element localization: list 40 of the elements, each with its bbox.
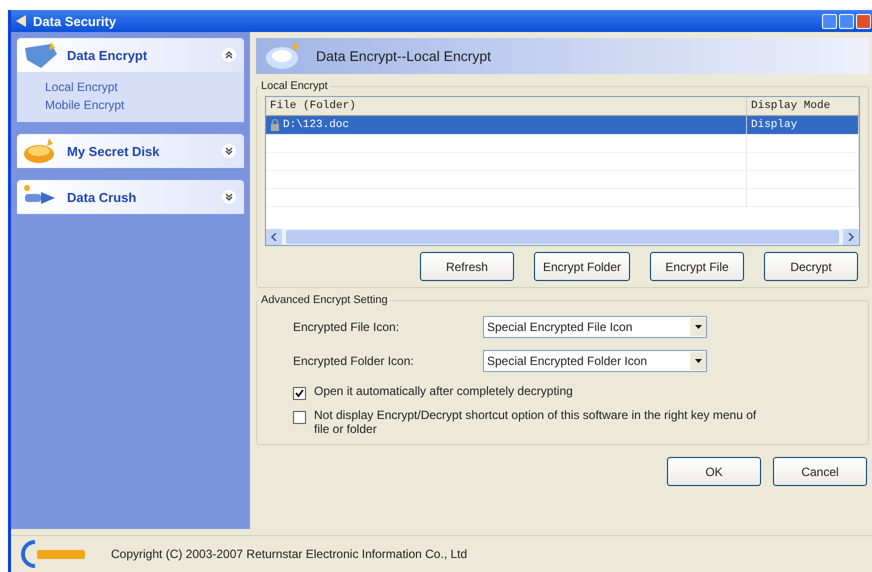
action-button[interactable]: Encrypt File xyxy=(650,252,744,281)
group-title: Data Crush xyxy=(67,190,136,204)
checkbox[interactable] xyxy=(293,387,306,400)
sidebar-group-header[interactable]: Data Crush xyxy=(17,180,244,214)
horizontal-scrollbar[interactable] xyxy=(266,229,859,245)
checkbox[interactable] xyxy=(293,411,306,424)
checkbox-label: Open it automatically after completely decrypting xyxy=(314,384,573,398)
action-button[interactable]: Decrypt xyxy=(764,252,858,281)
field-label: Encrypted Folder Icon: xyxy=(293,354,415,368)
dialog-button[interactable]: Cancel xyxy=(773,457,867,486)
group-title: Local Encrypt xyxy=(260,80,329,92)
sidebar-link[interactable]: Local Encrypt xyxy=(45,80,216,94)
table-cell: D:\123.doc xyxy=(283,119,350,131)
sidebar-link[interactable]: Mobile Encrypt xyxy=(45,98,216,112)
column-header[interactable]: Display Mode xyxy=(747,97,859,115)
sidebar-group-header[interactable]: My Secret Disk xyxy=(17,134,244,168)
icon-dropdown[interactable]: Special Encrypted File Icon xyxy=(483,316,707,338)
window-title: Data Security xyxy=(33,14,116,28)
column-header[interactable]: File (Folder) xyxy=(266,97,747,115)
table-row[interactable]: D:\123.doc Display xyxy=(266,116,859,135)
checkbox-label: Not display Encrypt/Decrypt shortcut option of this software in the right key menu of file or folder xyxy=(314,408,758,436)
field-label: Encrypted File Icon: xyxy=(293,320,400,334)
copyright-text: Copyright (C) 2003-2007 Returnstar Electronic Information Co., Ltd xyxy=(111,547,468,561)
expand-icon[interactable] xyxy=(222,144,236,158)
action-button[interactable]: Encrypt Folder xyxy=(534,252,630,281)
app-icon xyxy=(15,14,27,28)
table-cell: Display xyxy=(751,119,798,131)
icon-dropdown[interactable]: Special Encrypted Folder Icon xyxy=(483,350,707,372)
lock-icon xyxy=(270,119,280,131)
sidebar-group-header[interactable]: Data Encrypt xyxy=(17,38,244,72)
group-title: My Secret Disk xyxy=(67,144,160,158)
expand-icon[interactable] xyxy=(222,190,236,204)
group-title: Advanced Encrypt Setting xyxy=(260,294,389,306)
group-title: Data Encrypt xyxy=(67,48,148,62)
collapse-icon[interactable] xyxy=(222,48,236,62)
dropdown-arrow-icon[interactable] xyxy=(694,325,702,329)
action-button[interactable]: Refresh xyxy=(420,252,514,281)
dialog-button[interactable]: OK xyxy=(667,457,761,486)
page-title: Data Encrypt--Local Encrypt xyxy=(316,48,492,64)
dropdown-arrow-icon[interactable] xyxy=(694,359,702,363)
